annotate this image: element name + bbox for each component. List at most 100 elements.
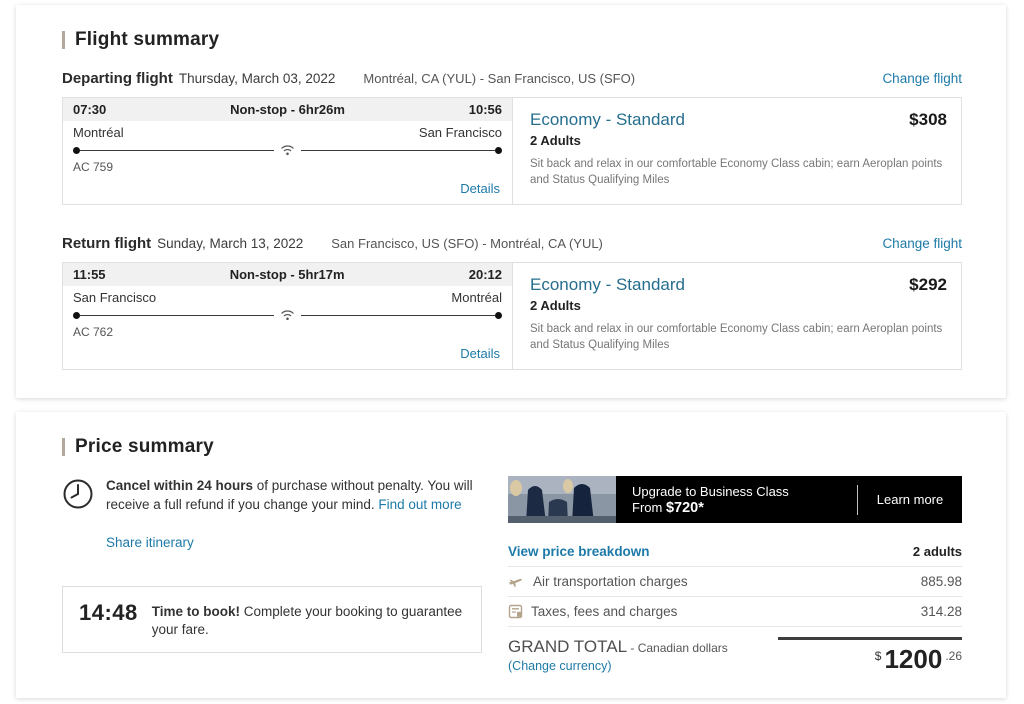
grand-total-labels: GRAND TOTAL - Canadian dollars (Change c… — [508, 637, 728, 675]
route-line — [73, 143, 502, 157]
departing-details-link[interactable]: Details — [460, 181, 500, 196]
flight-number: AC 762 — [73, 325, 114, 339]
grand-total-row: GRAND TOTAL - Canadian dollars (Change c… — [508, 637, 962, 675]
time-to-book-bold: Time to book! — [151, 604, 241, 619]
upgrade-banner[interactable]: Upgrade to Business Class From $720* Lea… — [508, 476, 962, 523]
fare-price: $308 — [909, 110, 947, 129]
return-details-link[interactable]: Details — [460, 346, 500, 361]
adults-count: 2 adults — [912, 544, 962, 559]
wifi-icon — [280, 144, 295, 156]
fare-description: Sit back and relax in our comfortable Ec… — [530, 158, 943, 186]
return-flight-box: 11:55 Non-stop - 5hr17m 20:12 San Franci… — [62, 262, 962, 370]
departing-flight-label: Departing flight — [62, 70, 173, 87]
fare-description: Sit back and relax in our comfortable Ec… — [530, 323, 943, 351]
stop-duration-info: Non-stop - 5hr17m — [229, 267, 345, 282]
return-cities-row: San Francisco Montréal — [63, 286, 512, 305]
flight-number: AC 759 — [73, 160, 114, 174]
departing-fare-panel: Economy - Standard $308 2 Adults Sit bac… — [513, 98, 961, 204]
view-price-breakdown-link[interactable]: View price breakdown — [508, 544, 650, 559]
upgrade-banner-line1: Upgrade to Business Class — [632, 483, 789, 499]
fare-passengers: 2 Adults — [530, 133, 581, 148]
return-times-row: 11:55 Non-stop - 5hr17m 20:12 — [63, 263, 512, 286]
route-rail — [80, 149, 274, 151]
departing-flight-route: Montréal, CA (YUL) - San Francisco, US (… — [363, 71, 636, 86]
taxes-icon — [508, 604, 523, 619]
grand-total-cents: .26 — [945, 649, 962, 663]
flight-summary-card: Flight summary Departing flight Thursday… — [16, 5, 1006, 398]
return-flight-date: Sunday, March 13, 2022 — [157, 236, 304, 251]
heading-accent-bar — [62, 438, 65, 456]
price-summary-card: Price summary Cancel within 24 hours of … — [16, 412, 1006, 698]
stop-duration-info: Non-stop - 6hr26m — [230, 102, 345, 117]
origin-city: Montréal — [73, 125, 124, 140]
departure-time: 11:55 — [73, 267, 106, 282]
charge-label: Taxes, fees and charges — [531, 604, 678, 619]
taxes-fees-row: Taxes, fees and charges 314.28 — [508, 597, 962, 627]
grand-total-label: GRAND TOTAL — [508, 637, 628, 656]
upgrade-banner-text: Upgrade to Business Class From $720* — [616, 476, 857, 523]
time-to-book-box: 14:48 Time to book! Complete your bookin… — [62, 586, 482, 654]
origin-dot — [73, 146, 80, 154]
business-class-seats-photo — [508, 476, 616, 523]
learn-more-button[interactable]: Learn more — [858, 476, 962, 523]
heading-accent-bar — [62, 31, 65, 49]
charge-value: 314.28 — [920, 604, 962, 619]
origin-city: San Francisco — [73, 290, 157, 305]
departing-flight-date: Thursday, March 03, 2022 — [178, 71, 336, 86]
departing-flight-details: 07:30 Non-stop - 6hr26m 10:56 Montréal S… — [63, 98, 513, 204]
departing-times-row: 07:30 Non-stop - 6hr26m 10:56 — [63, 98, 512, 121]
price-summary-heading: Price summary — [62, 436, 962, 458]
return-flight-details: 11:55 Non-stop - 5hr17m 20:12 San Franci… — [63, 263, 513, 369]
air-transportation-row: Air transportation charges 885.98 — [508, 567, 962, 597]
booking-countdown-timer: 14:48 — [79, 600, 138, 625]
cancel-policy-bold: Cancel within 24 hours — [106, 478, 254, 493]
airplane-icon — [508, 575, 525, 589]
currency-symbol: $ — [874, 649, 882, 663]
route-line — [73, 308, 502, 322]
price-breakdown-header: View price breakdown 2 adults — [508, 537, 962, 567]
change-departing-flight-link[interactable]: Change flight — [882, 71, 962, 86]
destination-dot — [495, 146, 502, 154]
return-flight-header: Return flight Sunday, March 13, 2022 San… — [62, 235, 962, 252]
departing-cities-row: Montréal San Francisco — [63, 121, 512, 140]
grand-total-currency-note: - Canadian dollars — [627, 641, 728, 655]
upgrade-price: $720* — [665, 499, 704, 516]
grand-total-amount-block: $ 1200 .26 — [778, 637, 962, 675]
price-summary-title: Price summary — [75, 436, 214, 457]
arrival-time: 20:12 — [468, 267, 502, 282]
arrival-time: 10:56 — [468, 102, 502, 117]
departing-flight-header: Departing flight Thursday, March 03, 202… — [62, 70, 962, 87]
destination-city: San Francisco — [418, 125, 502, 140]
return-flight-label: Return flight — [62, 235, 152, 252]
charge-value: 885.98 — [920, 574, 962, 589]
route-rail — [301, 314, 495, 316]
destination-dot — [495, 311, 502, 319]
change-currency-link[interactable]: (Change currency) — [508, 659, 612, 673]
cancel-policy-row: Cancel within 24 hours of purchase witho… — [62, 476, 482, 515]
fare-class-name: Economy - Standard — [530, 110, 685, 129]
change-return-flight-link[interactable]: Change flight — [882, 236, 962, 251]
upgrade-banner-line2: From $720* — [632, 499, 704, 516]
flight-summary-heading: Flight summary — [62, 29, 962, 51]
charge-label: Air transportation charges — [533, 574, 688, 589]
return-flight-route: San Francisco, US (SFO) - Montréal, CA (… — [331, 236, 603, 251]
time-to-book-text: Time to book! Complete your booking to g… — [152, 600, 465, 639]
origin-dot — [73, 311, 80, 319]
return-fare-panel: Economy - Standard $292 2 Adults Sit bac… — [513, 263, 961, 369]
fare-class-name: Economy - Standard — [530, 275, 685, 294]
fare-price: $292 — [909, 275, 947, 294]
destination-city: Montréal — [451, 290, 502, 305]
clock-icon — [62, 476, 94, 515]
share-itinerary-link[interactable]: Share itinerary — [106, 535, 194, 550]
route-rail — [301, 149, 495, 151]
cancel-policy-text: Cancel within 24 hours of purchase witho… — [106, 476, 482, 515]
departure-time: 07:30 — [73, 102, 107, 117]
departing-flight-box: 07:30 Non-stop - 6hr26m 10:56 Montréal S… — [62, 97, 962, 205]
route-rail — [80, 314, 274, 316]
grand-total-value: 1200 — [884, 644, 943, 674]
grand-total-divider — [778, 637, 962, 640]
wifi-icon — [280, 309, 295, 321]
page-title: Flight summary — [75, 29, 220, 50]
fare-passengers: 2 Adults — [530, 298, 581, 313]
find-out-more-link[interactable]: Find out more — [378, 497, 461, 512]
